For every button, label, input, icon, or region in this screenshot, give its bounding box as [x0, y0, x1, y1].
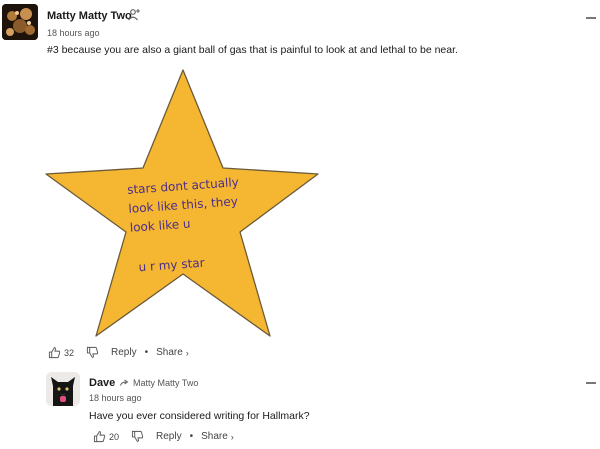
share-label: Share	[156, 347, 183, 358]
comment-text: #3 because you are also a giant ball of …	[47, 44, 458, 56]
timestamp: 18 hours ago	[47, 28, 100, 38]
dislike-icon[interactable]	[86, 346, 99, 359]
reply-to-label[interactable]: Matty Matty Two	[120, 378, 198, 388]
comment-text: Have you ever considered writing for Hal…	[89, 410, 310, 422]
chevron-right-icon: ›	[230, 431, 234, 442]
comment: Matty Matty Two 18 hours ago #3 because …	[0, 0, 600, 370]
author-name[interactable]: Matty Matty Two	[47, 10, 132, 22]
chevron-right-icon: ›	[185, 347, 189, 358]
avatar[interactable]	[46, 372, 80, 406]
like-count: 20	[109, 431, 120, 442]
collapse-icon[interactable]	[586, 17, 596, 19]
avatar-image	[2, 4, 38, 40]
like-icon[interactable]	[48, 346, 61, 359]
reply-arrow-icon	[120, 379, 129, 386]
moderator-icon	[128, 9, 140, 21]
comment-actions: 32 Reply • Share ›	[48, 346, 189, 359]
share-button[interactable]: Share ›	[201, 431, 234, 442]
avatar-image	[46, 372, 80, 406]
reply-button[interactable]: Reply	[156, 431, 182, 442]
meme-image[interactable]: stars dont actually look like this, they…	[44, 68, 322, 340]
timestamp: 18 hours ago	[89, 393, 142, 403]
like-count: 32	[64, 347, 75, 358]
share-label: Share	[201, 431, 228, 442]
author-name[interactable]: Dave	[89, 377, 115, 389]
like-icon[interactable]	[93, 430, 106, 443]
collapse-icon[interactable]	[586, 382, 596, 384]
avatar[interactable]	[2, 4, 38, 40]
comment-actions: 20 Reply • Share ›	[93, 430, 234, 443]
reply-to-name: Matty Matty Two	[133, 378, 199, 388]
dislike-icon[interactable]	[131, 430, 144, 443]
star-meme: stars dont actually look like this, they…	[45, 69, 319, 337]
separator-dot: •	[189, 431, 194, 442]
separator-dot: •	[144, 347, 149, 358]
share-button[interactable]: Share ›	[156, 347, 189, 358]
reply-button[interactable]: Reply	[111, 347, 137, 358]
